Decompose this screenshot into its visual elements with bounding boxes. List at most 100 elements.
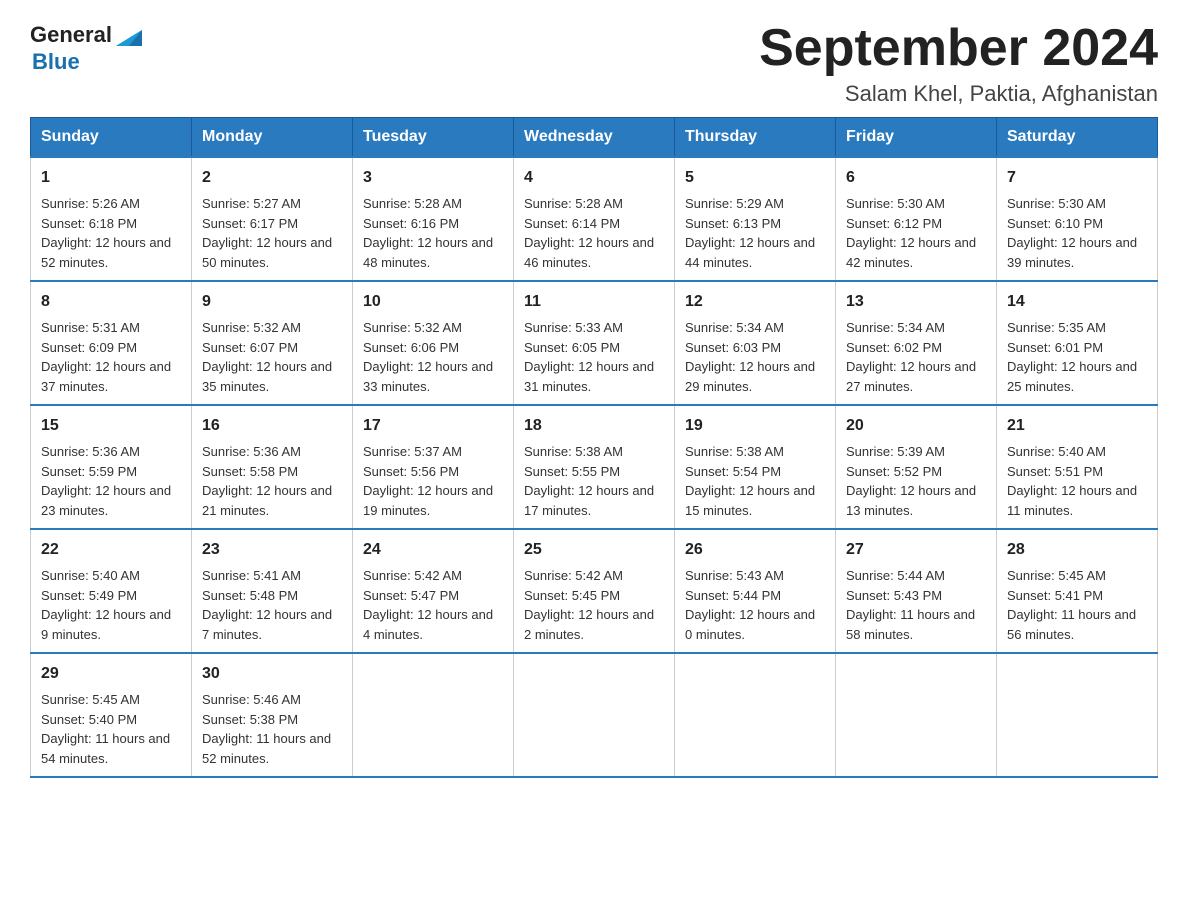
- day-number: 29: [41, 662, 181, 686]
- day-info: Sunrise: 5:38 AMSunset: 5:54 PMDaylight:…: [685, 444, 815, 518]
- calendar-day-cell: 28 Sunrise: 5:45 AMSunset: 5:41 PMDaylig…: [997, 529, 1158, 653]
- day-info: Sunrise: 5:40 AMSunset: 5:51 PMDaylight:…: [1007, 444, 1137, 518]
- day-info: Sunrise: 5:26 AMSunset: 6:18 PMDaylight:…: [41, 196, 171, 270]
- day-number: 16: [202, 414, 342, 438]
- day-number: 2: [202, 166, 342, 190]
- calendar-day-cell: 23 Sunrise: 5:41 AMSunset: 5:48 PMDaylig…: [192, 529, 353, 653]
- day-info: Sunrise: 5:44 AMSunset: 5:43 PMDaylight:…: [846, 568, 975, 642]
- calendar-day-cell: 6 Sunrise: 5:30 AMSunset: 6:12 PMDayligh…: [836, 157, 997, 281]
- day-number: 5: [685, 166, 825, 190]
- day-info: Sunrise: 5:38 AMSunset: 5:55 PMDaylight:…: [524, 444, 654, 518]
- day-info: Sunrise: 5:42 AMSunset: 5:45 PMDaylight:…: [524, 568, 654, 642]
- day-number: 15: [41, 414, 181, 438]
- day-number: 17: [363, 414, 503, 438]
- logo-general-text: General: [30, 23, 112, 47]
- calendar-day-cell: 30 Sunrise: 5:46 AMSunset: 5:38 PMDaylig…: [192, 653, 353, 777]
- weekday-header: Thursday: [675, 118, 836, 158]
- day-info: Sunrise: 5:36 AMSunset: 5:58 PMDaylight:…: [202, 444, 332, 518]
- day-number: 27: [846, 538, 986, 562]
- day-number: 18: [524, 414, 664, 438]
- calendar-table: SundayMondayTuesdayWednesdayThursdayFrid…: [30, 117, 1158, 778]
- calendar-day-cell: 4 Sunrise: 5:28 AMSunset: 6:14 PMDayligh…: [514, 157, 675, 281]
- day-number: 13: [846, 290, 986, 314]
- calendar-day-cell: 21 Sunrise: 5:40 AMSunset: 5:51 PMDaylig…: [997, 405, 1158, 529]
- day-info: Sunrise: 5:40 AMSunset: 5:49 PMDaylight:…: [41, 568, 171, 642]
- day-info: Sunrise: 5:45 AMSunset: 5:41 PMDaylight:…: [1007, 568, 1136, 642]
- calendar-week-row: 22 Sunrise: 5:40 AMSunset: 5:49 PMDaylig…: [31, 529, 1158, 653]
- weekday-header: Friday: [836, 118, 997, 158]
- calendar-day-cell: 24 Sunrise: 5:42 AMSunset: 5:47 PMDaylig…: [353, 529, 514, 653]
- day-info: Sunrise: 5:41 AMSunset: 5:48 PMDaylight:…: [202, 568, 332, 642]
- day-number: 23: [202, 538, 342, 562]
- logo-blue-text: Blue: [32, 50, 80, 74]
- weekday-header: Monday: [192, 118, 353, 158]
- day-number: 28: [1007, 538, 1147, 562]
- day-number: 6: [846, 166, 986, 190]
- calendar-day-cell: 2 Sunrise: 5:27 AMSunset: 6:17 PMDayligh…: [192, 157, 353, 281]
- weekday-header: Sunday: [31, 118, 192, 158]
- weekday-header: Tuesday: [353, 118, 514, 158]
- day-info: Sunrise: 5:27 AMSunset: 6:17 PMDaylight:…: [202, 196, 332, 270]
- day-number: 20: [846, 414, 986, 438]
- calendar-day-cell: 10 Sunrise: 5:32 AMSunset: 6:06 PMDaylig…: [353, 281, 514, 405]
- calendar-week-row: 8 Sunrise: 5:31 AMSunset: 6:09 PMDayligh…: [31, 281, 1158, 405]
- day-number: 12: [685, 290, 825, 314]
- calendar-day-cell: 25 Sunrise: 5:42 AMSunset: 5:45 PMDaylig…: [514, 529, 675, 653]
- day-info: Sunrise: 5:31 AMSunset: 6:09 PMDaylight:…: [41, 320, 171, 394]
- calendar-week-row: 1 Sunrise: 5:26 AMSunset: 6:18 PMDayligh…: [31, 157, 1158, 281]
- calendar-day-cell: [675, 653, 836, 777]
- calendar-day-cell: 9 Sunrise: 5:32 AMSunset: 6:07 PMDayligh…: [192, 281, 353, 405]
- calendar-day-cell: 13 Sunrise: 5:34 AMSunset: 6:02 PMDaylig…: [836, 281, 997, 405]
- logo: General Blue: [30, 20, 144, 74]
- calendar-title: September 2024: [759, 20, 1158, 77]
- calendar-day-cell: 3 Sunrise: 5:28 AMSunset: 6:16 PMDayligh…: [353, 157, 514, 281]
- day-info: Sunrise: 5:39 AMSunset: 5:52 PMDaylight:…: [846, 444, 976, 518]
- day-info: Sunrise: 5:34 AMSunset: 6:03 PMDaylight:…: [685, 320, 815, 394]
- weekday-header-row: SundayMondayTuesdayWednesdayThursdayFrid…: [31, 118, 1158, 158]
- calendar-week-row: 15 Sunrise: 5:36 AMSunset: 5:59 PMDaylig…: [31, 405, 1158, 529]
- day-number: 1: [41, 166, 181, 190]
- calendar-day-cell: 14 Sunrise: 5:35 AMSunset: 6:01 PMDaylig…: [997, 281, 1158, 405]
- day-info: Sunrise: 5:32 AMSunset: 6:06 PMDaylight:…: [363, 320, 493, 394]
- day-number: 25: [524, 538, 664, 562]
- day-number: 8: [41, 290, 181, 314]
- day-number: 21: [1007, 414, 1147, 438]
- calendar-day-cell: 27 Sunrise: 5:44 AMSunset: 5:43 PMDaylig…: [836, 529, 997, 653]
- calendar-day-cell: 11 Sunrise: 5:33 AMSunset: 6:05 PMDaylig…: [514, 281, 675, 405]
- day-number: 24: [363, 538, 503, 562]
- calendar-day-cell: 20 Sunrise: 5:39 AMSunset: 5:52 PMDaylig…: [836, 405, 997, 529]
- calendar-day-cell: 1 Sunrise: 5:26 AMSunset: 6:18 PMDayligh…: [31, 157, 192, 281]
- day-number: 26: [685, 538, 825, 562]
- calendar-day-cell: 22 Sunrise: 5:40 AMSunset: 5:49 PMDaylig…: [31, 529, 192, 653]
- day-info: Sunrise: 5:37 AMSunset: 5:56 PMDaylight:…: [363, 444, 493, 518]
- day-number: 7: [1007, 166, 1147, 190]
- calendar-subtitle: Salam Khel, Paktia, Afghanistan: [759, 81, 1158, 107]
- day-info: Sunrise: 5:46 AMSunset: 5:38 PMDaylight:…: [202, 692, 331, 766]
- day-number: 10: [363, 290, 503, 314]
- calendar-day-cell: 7 Sunrise: 5:30 AMSunset: 6:10 PMDayligh…: [997, 157, 1158, 281]
- calendar-day-cell: 17 Sunrise: 5:37 AMSunset: 5:56 PMDaylig…: [353, 405, 514, 529]
- day-number: 9: [202, 290, 342, 314]
- day-info: Sunrise: 5:30 AMSunset: 6:10 PMDaylight:…: [1007, 196, 1137, 270]
- day-info: Sunrise: 5:42 AMSunset: 5:47 PMDaylight:…: [363, 568, 493, 642]
- day-number: 14: [1007, 290, 1147, 314]
- calendar-day-cell: 18 Sunrise: 5:38 AMSunset: 5:55 PMDaylig…: [514, 405, 675, 529]
- calendar-week-row: 29 Sunrise: 5:45 AMSunset: 5:40 PMDaylig…: [31, 653, 1158, 777]
- day-info: Sunrise: 5:28 AMSunset: 6:16 PMDaylight:…: [363, 196, 493, 270]
- day-number: 11: [524, 290, 664, 314]
- calendar-day-cell: [997, 653, 1158, 777]
- calendar-day-cell: 12 Sunrise: 5:34 AMSunset: 6:03 PMDaylig…: [675, 281, 836, 405]
- day-number: 22: [41, 538, 181, 562]
- weekday-header: Saturday: [997, 118, 1158, 158]
- day-number: 30: [202, 662, 342, 686]
- calendar-day-cell: 26 Sunrise: 5:43 AMSunset: 5:44 PMDaylig…: [675, 529, 836, 653]
- day-info: Sunrise: 5:35 AMSunset: 6:01 PMDaylight:…: [1007, 320, 1137, 394]
- day-info: Sunrise: 5:30 AMSunset: 6:12 PMDaylight:…: [846, 196, 976, 270]
- weekday-header: Wednesday: [514, 118, 675, 158]
- calendar-day-cell: 19 Sunrise: 5:38 AMSunset: 5:54 PMDaylig…: [675, 405, 836, 529]
- day-info: Sunrise: 5:45 AMSunset: 5:40 PMDaylight:…: [41, 692, 170, 766]
- calendar-day-cell: 15 Sunrise: 5:36 AMSunset: 5:59 PMDaylig…: [31, 405, 192, 529]
- calendar-day-cell: 29 Sunrise: 5:45 AMSunset: 5:40 PMDaylig…: [31, 653, 192, 777]
- calendar-day-cell: [836, 653, 997, 777]
- calendar-day-cell: 5 Sunrise: 5:29 AMSunset: 6:13 PMDayligh…: [675, 157, 836, 281]
